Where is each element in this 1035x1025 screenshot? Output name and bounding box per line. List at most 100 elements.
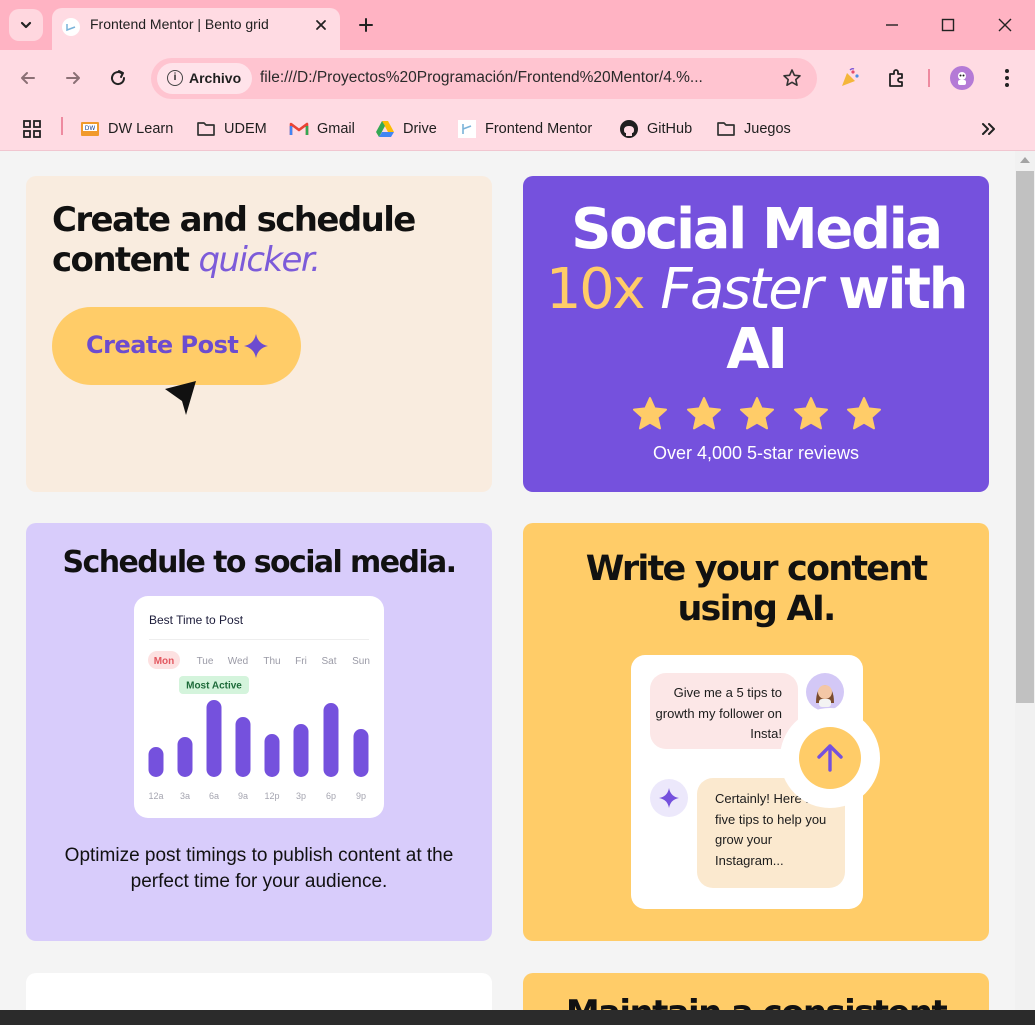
arrow-right-icon [66,72,80,84]
sparkle-icon [659,788,679,808]
activity-bar [264,734,280,777]
address-bar[interactable]: i Archivo file:///D:/Proyectos%20Program… [151,58,817,99]
ai-writing-card: Write your content using AI. Give me a 5… [523,523,989,941]
activity-bar [235,717,251,777]
day-label[interactable]: Tue [197,656,214,667]
scroll-thumb[interactable] [1016,171,1034,703]
kebab-menu-icon [1005,69,1009,87]
time-label: 6a [209,791,219,801]
star-icon [686,397,721,430]
star-icon [847,397,881,430]
maximize-button[interactable] [936,13,960,37]
url-text[interactable]: file:///D:/Proyectos%20Programación/Fron… [260,69,703,87]
reviews-text: Over 4,000 5-star reviews [652,443,860,463]
page-scrollbar[interactable] [1015,151,1035,1010]
bookmark-frontend-mentor[interactable]: Frontend Mentor [457,117,592,141]
next-white-card [26,973,492,1010]
page-viewport: Create and schedule content quicker. Cre… [0,151,1015,1010]
day-label[interactable]: Sat [321,656,336,667]
schedule-title: Schedule to social media. [62,545,458,580]
site-info-chip[interactable]: i Archivo [157,63,253,94]
most-active-label: Most Active [186,681,242,692]
reload-button[interactable] [106,66,130,90]
star-icon [793,397,828,430]
day-label[interactable]: Sun [352,656,370,667]
time-label: 9a [238,791,248,801]
bookmark-udem[interactable]: UDEM [196,117,267,141]
party-popper-icon[interactable] [838,66,862,90]
minimize-button[interactable] [880,13,904,37]
plus-icon [359,18,373,32]
activity-chart: Mon Tue Wed Thu Fri Sat Sun Most Active 12a 3a 6a 9… [148,651,370,801]
hero-card: Social Media 10x Faster with AI Over 4,0… [523,176,989,492]
extensions-icon[interactable] [884,66,908,90]
apps-grid-icon [23,120,41,138]
consistent-posting-card: Maintain a consistent posting [523,973,989,1010]
activity-bar [353,729,369,777]
drive-icon [375,119,395,139]
tab-search-button[interactable] [9,9,43,41]
bookmark-label: Drive [403,121,437,137]
close-tab-icon[interactable] [312,16,330,34]
day-label[interactable]: Thu [263,656,280,667]
create-post-label: Create Post [86,331,239,359]
bookmarks-bar: DW DW Learn UDEM Gmail Drive Frontend Me… [0,107,1035,151]
schedule-description: Optimize post timings to publish content… [64,845,454,892]
activity-bar [177,737,193,777]
maximize-icon [941,18,955,32]
back-button[interactable] [16,66,40,90]
day-label[interactable]: Fri [295,656,307,667]
bookmark-drive[interactable]: Drive [375,117,437,141]
user-message-bubble: Give me a 5 tips to growth my follower o… [650,673,798,749]
activity-bar [323,703,339,777]
bookmarks-separator [61,117,63,135]
folder-icon [196,119,216,139]
active-tab[interactable]: Frontend Mentor | Bento grid [52,8,340,50]
scroll-up-arrow-icon[interactable] [1020,157,1030,163]
forward-button[interactable] [61,66,85,90]
time-label: 3a [180,791,190,801]
bookmark-github[interactable]: GitHub [619,117,692,141]
browser-menu-button[interactable] [995,66,1019,90]
star-outline-icon [783,69,801,86]
ai-avatar [650,779,688,817]
hero-heading: Social Media 10x Faster with AI [545,197,969,382]
bookmark-label: GitHub [647,121,693,137]
arrow-left-icon [21,72,35,84]
send-button[interactable] [780,708,880,808]
taskbar-strip [0,1010,1035,1025]
new-tab-button[interactable] [354,13,378,37]
time-label: 12a [148,791,163,801]
close-window-button[interactable] [993,13,1017,37]
bookmark-label: DW Learn [108,121,174,137]
github-icon [619,119,639,139]
apps-button[interactable] [22,117,42,141]
create-content-title: Create and schedule content quicker. [52,200,416,280]
reload-icon [111,70,126,86]
user-message-text: Give me a 5 tips to growth my follower o… [655,685,782,741]
gmail-icon [289,119,309,139]
folder-icon [716,119,736,139]
more-bookmarks-button[interactable] [980,117,998,141]
double-chevron-right-icon [982,123,995,135]
bookmark-star-button[interactable] [781,67,803,89]
create-content-card: Create and schedule content quicker. Cre… [26,176,492,492]
browser-toolbar: i Archivo file:///D:/Proyectos%20Program… [0,50,1035,107]
cursor-arrow-icon [165,381,196,415]
bookmark-dw-learn[interactable]: DW DW Learn [80,117,173,141]
time-label: 9p [356,791,366,801]
activity-bar [148,747,164,777]
rating-stars [632,396,882,432]
profile-avatar[interactable] [950,66,974,90]
bookmark-juegos[interactable]: Juegos [716,117,791,141]
chevron-down-icon [20,21,32,29]
day-label[interactable]: Wed [228,656,248,667]
close-icon [998,18,1012,32]
schedule-card: Schedule to social media. Best Time to P… [26,523,492,941]
day-label: Mon [154,656,175,667]
create-post-button[interactable]: Create Post [52,307,301,385]
arrow-up-icon [817,744,843,772]
bookmark-label: Juegos [744,121,791,137]
bookmark-gmail[interactable]: Gmail [289,117,355,141]
sparkle-icon [244,334,268,358]
